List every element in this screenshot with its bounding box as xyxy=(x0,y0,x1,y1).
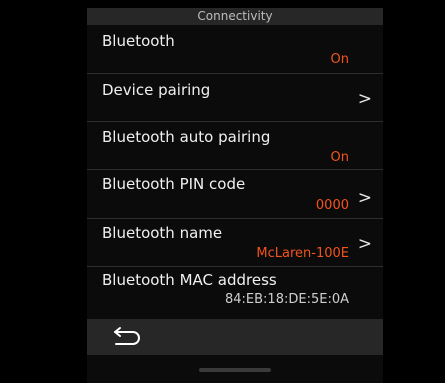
row-bluetooth[interactable]: Bluetooth On xyxy=(87,28,383,74)
chevron-right-icon: > xyxy=(357,188,372,208)
divider xyxy=(87,73,383,74)
page-title: Connectivity xyxy=(87,8,383,25)
row-value: On xyxy=(330,150,349,165)
row-label: Bluetooth xyxy=(102,32,175,50)
row-label: Bluetooth MAC address xyxy=(102,271,277,289)
row-device-pairing[interactable]: Device pairing > xyxy=(87,75,383,121)
back-button[interactable] xyxy=(107,323,147,351)
home-indicator xyxy=(199,368,271,372)
divider xyxy=(87,169,383,170)
row-label: Device pairing xyxy=(102,81,211,99)
row-value: McLaren-100E xyxy=(256,246,349,261)
row-label: Bluetooth auto pairing xyxy=(102,128,271,146)
row-value: 0000 xyxy=(315,198,349,213)
divider xyxy=(87,121,383,122)
divider xyxy=(87,218,383,219)
row-label: Bluetooth name xyxy=(102,224,223,242)
chevron-right-icon: > xyxy=(357,234,372,254)
chevron-right-icon: > xyxy=(357,89,372,109)
back-arrow-icon xyxy=(114,327,140,345)
row-bluetooth-auto-pairing[interactable]: Bluetooth auto pairing On xyxy=(87,124,383,170)
row-label: Bluetooth PIN code xyxy=(102,175,246,193)
bottom-bar xyxy=(87,319,383,355)
row-value: On xyxy=(330,52,349,67)
row-bluetooth-mac-address: Bluetooth MAC address 84:EB:18:DE:5E:0A xyxy=(87,267,383,313)
row-bluetooth-name[interactable]: Bluetooth name McLaren-100E > xyxy=(87,220,383,266)
settings-panel: Connectivity Bluetooth On Device pairing… xyxy=(87,8,383,383)
row-bluetooth-pin-code[interactable]: Bluetooth PIN code 0000 > xyxy=(87,171,383,217)
row-value: 84:EB:18:DE:5E:0A xyxy=(225,292,349,307)
